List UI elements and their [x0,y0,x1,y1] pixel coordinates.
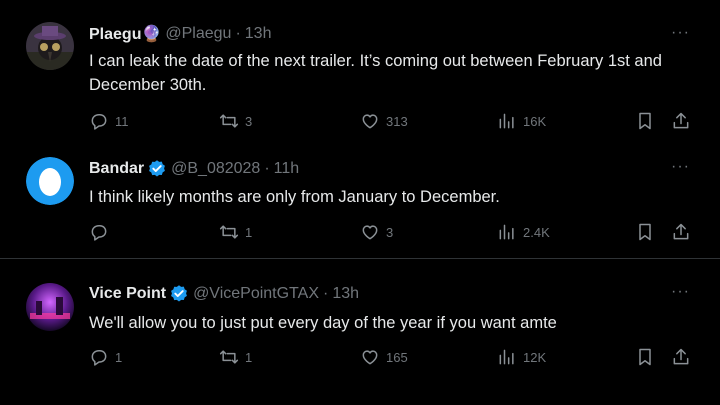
tweet-text: I can leak the date of the next trailer.… [89,52,662,94]
verified-badge-icon [147,159,167,179]
tweet[interactable]: Bandar @B_082028 · 11h ··· I think likel… [0,140,720,258]
bookmark-icon [639,223,651,241]
retweet-icon [219,350,239,364]
reply-button[interactable]: 1 [89,347,122,367]
reply-count: 11 [115,113,129,129]
timestamp[interactable]: 11h [274,160,300,178]
heart-icon [362,225,378,240]
retweet-count: 1 [245,224,253,240]
avatar[interactable] [26,157,74,205]
analytics-icon [499,113,514,129]
timestamp[interactable]: 13h [332,285,359,303]
plaegu-avatar-image [26,22,74,70]
tweet-header: Plaegu🔮 @Plaegu · 13h [89,24,271,44]
bookmark-icon [639,112,651,130]
view-count: 12K [523,349,547,365]
analytics-icon [499,224,514,240]
user-handle[interactable]: @B_082028 [171,160,260,178]
share-button[interactable] [671,111,691,131]
like-count: 165 [386,349,408,365]
display-name[interactable]: Bandar [89,160,144,178]
reply-button[interactable]: 11 [89,111,129,131]
retweet-button[interactable]: 3 [219,111,252,131]
avatar[interactable] [26,283,74,331]
separator-dot: · [235,25,241,42]
tweet-actions: 1 3 2.4K [89,222,693,246]
reply-count: 1 [115,349,123,365]
view-count: 16K [523,113,547,129]
reply-button[interactable] [89,222,115,242]
reply-icon [91,350,107,366]
like-count: 313 [386,113,408,129]
bookmark-icon [639,348,651,366]
vice-point-avatar-image [26,283,74,331]
tweet-actions: 11 3 313 16K [89,111,693,135]
display-name[interactable]: Vice Point [89,285,166,303]
share-icon [673,223,689,240]
timestamp[interactable]: 13h [245,25,272,43]
analytics-icon [499,349,514,365]
user-handle[interactable]: @VicePointGTAX [193,285,319,303]
retweet-count: 3 [245,113,253,129]
bookmark-button[interactable] [635,222,655,242]
heart-icon [362,350,378,365]
tweet-header: Vice Point @VicePointGTAX · 13h [89,284,359,304]
default-egg-avatar-image [26,157,74,205]
bookmark-button[interactable] [635,347,655,367]
retweet-icon [219,225,239,239]
tweet-text: I think likely months are only from Janu… [89,188,500,206]
views-button[interactable]: 16K [497,111,546,131]
user-handle[interactable]: @Plaegu [165,25,231,43]
like-button[interactable]: 3 [360,222,393,242]
reply-icon [91,114,107,130]
like-button[interactable]: 313 [360,111,408,131]
views-button[interactable]: 12K [497,347,546,367]
separator-dot: · [264,160,270,177]
reply-icon [91,225,107,241]
avatar[interactable] [26,22,74,70]
share-icon [673,348,689,365]
more-options-icon[interactable]: ··· [671,283,690,301]
like-count: 3 [386,224,394,240]
views-button[interactable]: 2.4K [497,222,550,242]
bookmark-button[interactable] [635,111,655,131]
more-options-icon[interactable]: ··· [671,158,690,176]
tweet[interactable]: Plaegu🔮 @Plaegu · 13h ··· I can leak the… [0,0,720,140]
share-icon [673,112,689,129]
tweet[interactable]: Vice Point @VicePointGTAX · 13h ··· We'l… [0,258,720,405]
display-name[interactable]: Plaegu🔮 [89,24,161,44]
tweet-text: We'll allow you to just put every day of… [89,314,557,332]
view-count: 2.4K [523,224,550,240]
share-button[interactable] [671,222,691,242]
more-options-icon[interactable]: ··· [671,24,690,42]
share-button[interactable] [671,347,691,367]
heart-icon [362,114,378,129]
retweet-count: 1 [245,349,253,365]
separator-dot: · [322,285,329,302]
retweet-button[interactable]: 1 [219,347,252,367]
tweet-actions: 1 1 165 12K [89,347,693,371]
retweet-icon [219,114,239,128]
verified-badge-icon [169,284,189,304]
like-button[interactable]: 165 [360,347,408,367]
retweet-button[interactable]: 1 [219,222,252,242]
tweet-header: Bandar @B_082028 · 11h [89,159,299,179]
